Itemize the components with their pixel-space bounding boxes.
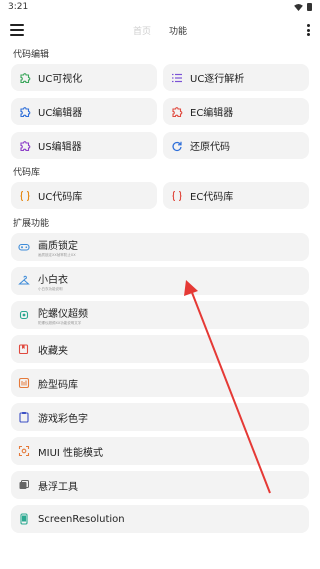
card-uc-visual[interactable]: UC可视化: [11, 64, 157, 91]
layers-icon: [18, 479, 30, 491]
row-floating-tools[interactable]: 悬浮工具: [11, 471, 309, 499]
card-ec-code-lib[interactable]: EC代码库: [163, 182, 309, 209]
code-lib-grid: UC代码库 EC代码库: [0, 182, 320, 209]
row-game-color-text[interactable]: 游戏彩色字: [11, 403, 309, 431]
card-label: 还原代码: [190, 142, 230, 153]
row-quality-lock[interactable]: 画质锁定 画质锁定XX帧率防止XX: [11, 233, 309, 261]
more-options-icon[interactable]: [306, 24, 310, 36]
puzzle-icon: [19, 72, 31, 84]
clipboard-icon: [18, 411, 30, 423]
row-subtitle: 陀螺仪超频XX功能说明文字: [38, 320, 82, 325]
puzzle-icon: [171, 106, 183, 118]
card-label: UC逐行解析: [190, 74, 245, 85]
card-label: EC编辑器: [190, 108, 234, 119]
card-uc-line-parse[interactable]: UC逐行解析: [163, 64, 309, 91]
braces-icon: [171, 190, 183, 202]
row-label: 画质锁定: [38, 240, 78, 252]
card-ec-editor[interactable]: EC编辑器: [163, 98, 309, 125]
code-edit-grid: UC可视化 UC逐行解析 UC编辑器 EC编辑器 US编辑器 还原代码: [0, 64, 320, 159]
refresh-icon: [171, 140, 183, 152]
phone-icon: [18, 513, 30, 525]
card-us-editor[interactable]: US编辑器: [11, 132, 157, 159]
tab-home[interactable]: 首页: [133, 24, 151, 37]
section-title-code-edit: 代码编辑: [13, 49, 50, 60]
row-label: 陀螺仪超频: [38, 308, 88, 320]
row-label: MIUI 性能模式: [38, 447, 104, 459]
card-uc-code-lib[interactable]: UC代码库: [11, 182, 157, 209]
row-subtitle: 画质锁定XX帧率防止XX: [38, 252, 76, 257]
top-toolbar: 首页 功能: [0, 14, 320, 46]
row-label: ScreenResolution: [38, 513, 125, 525]
row-gyro-overclock[interactable]: 陀螺仪超频 陀螺仪超频XX功能说明文字: [11, 301, 309, 329]
wifi-icon: [294, 3, 303, 11]
list-icon: [171, 72, 183, 84]
status-bar: 3:21: [0, 0, 320, 14]
bookmark-icon: [18, 343, 30, 355]
row-label: 收藏夹: [38, 345, 68, 357]
row-miui-performance[interactable]: MIUI 性能模式: [11, 437, 309, 465]
section-title-code-lib: 代码库: [13, 167, 41, 178]
tab-functions[interactable]: 功能: [169, 24, 187, 37]
row-xiaobaiyi[interactable]: 小白衣 小白衣功能说明: [11, 267, 309, 295]
row-screen-resolution[interactable]: ScreenResolution: [11, 505, 309, 533]
gyro-icon: [18, 309, 30, 321]
status-icons: [294, 3, 312, 11]
row-label: 悬浮工具: [38, 481, 78, 493]
battery-icon: [307, 3, 312, 11]
face-icon: [18, 377, 30, 389]
tab-bar: 首页 功能: [0, 14, 320, 46]
card-label: EC代码库: [190, 192, 234, 203]
status-time: 3:21: [8, 2, 29, 12]
card-label: UC代码库: [38, 192, 83, 203]
card-label: UC编辑器: [38, 108, 83, 119]
braces-icon: [19, 190, 31, 202]
row-label: 小白衣: [38, 274, 68, 286]
card-label: US编辑器: [38, 142, 82, 153]
card-label: UC可视化: [38, 74, 83, 85]
puzzle-icon: [19, 106, 31, 118]
row-face-code-lib[interactable]: 脸型码库: [11, 369, 309, 397]
focus-icon: [18, 445, 30, 457]
row-label: 游戏彩色字: [38, 413, 88, 425]
gamepad-icon: [18, 241, 30, 253]
row-favorites[interactable]: 收藏夹: [11, 335, 309, 363]
section-title-extensions: 扩展功能: [13, 218, 50, 229]
extensions-list: 画质锁定 画质锁定XX帧率防止XX 小白衣 小白衣功能说明 陀螺仪超频 陀螺仪超…: [0, 233, 320, 533]
card-uc-editor[interactable]: UC编辑器: [11, 98, 157, 125]
card-restore-code[interactable]: 还原代码: [163, 132, 309, 159]
menu-icon[interactable]: [10, 24, 24, 36]
row-label: 脸型码库: [38, 379, 78, 391]
row-subtitle: 小白衣功能说明: [38, 286, 63, 291]
hanger-icon: [18, 275, 30, 287]
puzzle-icon: [19, 140, 31, 152]
